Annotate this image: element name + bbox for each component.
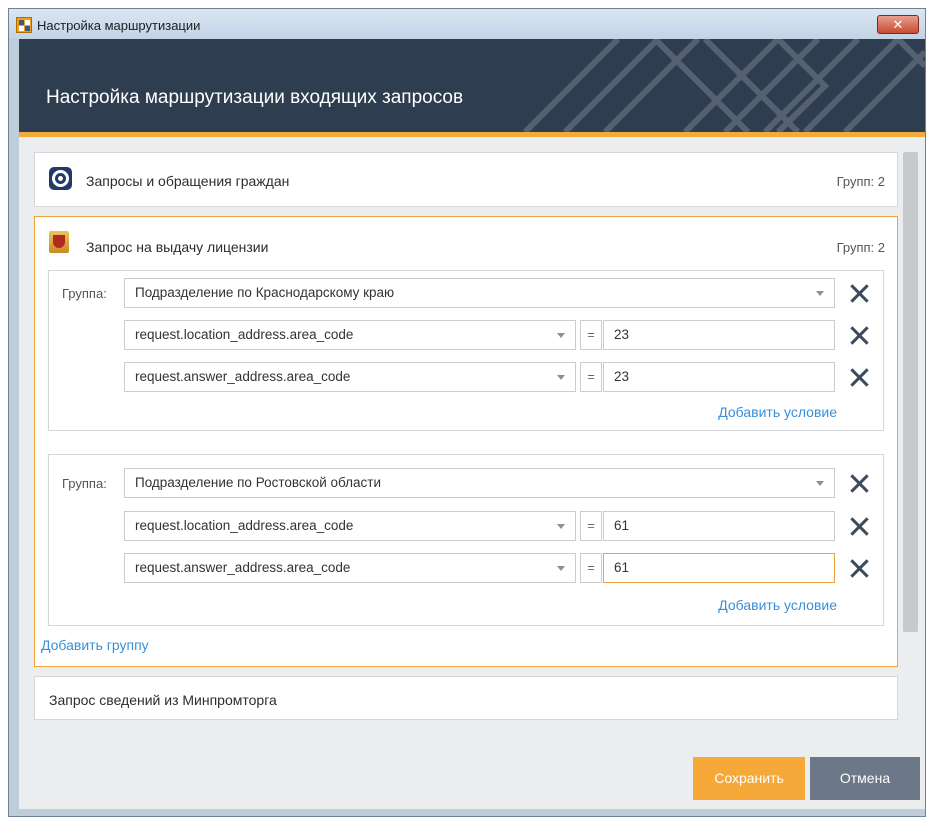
card-title: Запрос сведений из Минпромторга: [49, 692, 277, 708]
group-count: Групп: 2: [836, 240, 885, 255]
card-title: Запросы и обращения граждан: [86, 173, 290, 189]
condition-value-input[interactable]: 23: [603, 320, 835, 350]
coat-of-arms-icon: [49, 231, 69, 253]
group-select[interactable]: Подразделение по Краснодарскому краю: [124, 278, 835, 308]
remove-condition-button[interactable]: [848, 366, 870, 388]
window-title: Настройка маршрутизации: [37, 18, 201, 33]
condition-field-value: request.answer_address.area_code: [135, 369, 351, 384]
card-title: Запрос на выдачу лицензии: [86, 239, 269, 255]
condition-operator: =: [580, 362, 602, 392]
condition-field-select[interactable]: request.answer_address.area_code: [124, 362, 576, 392]
condition-field-select[interactable]: request.location_address.area_code: [124, 511, 576, 541]
dialog-window: Настройка маршрутизации ✕ Настройка марш…: [8, 8, 926, 817]
condition-field-value: request.location_address.area_code: [135, 518, 354, 533]
condition-operator: =: [580, 511, 602, 541]
condition-field-value: request.location_address.area_code: [135, 327, 354, 342]
chevron-down-icon: [557, 566, 565, 571]
condition-value-input[interactable]: 23: [603, 362, 835, 392]
routing-list: Запросы и обращения граждан Групп: 2 Зап…: [34, 152, 918, 732]
group-select[interactable]: Подразделение по Ростовской области: [124, 468, 835, 498]
group-select-value: Подразделение по Ростовской области: [135, 475, 382, 490]
chevron-down-icon: [557, 524, 565, 529]
remove-condition-button[interactable]: [848, 324, 870, 346]
chevron-down-icon: [557, 375, 565, 380]
dialog-header: Настройка маршрутизации входящих запросо…: [19, 39, 925, 137]
close-icon[interactable]: ✕: [877, 15, 919, 34]
dialog-heading: Настройка маршрутизации входящих запросо…: [46, 87, 464, 108]
group-count: Групп: 2: [836, 174, 885, 189]
routing-group: Группа: Подразделение по Краснодарскому …: [48, 270, 884, 431]
cancel-button[interactable]: Отмена: [810, 757, 920, 800]
save-button[interactable]: Сохранить: [693, 757, 805, 800]
header-pattern: [522, 39, 925, 132]
remove-condition-button[interactable]: [848, 557, 870, 579]
group-label: Группа:: [62, 286, 107, 301]
condition-value-input[interactable]: 61: [603, 553, 835, 583]
card-citizen-requests[interactable]: Запросы и обращения граждан Групп: 2: [34, 152, 898, 207]
app-icon: [16, 17, 32, 33]
condition-operator: =: [580, 320, 602, 350]
chevron-down-icon: [816, 481, 824, 486]
condition-field-select[interactable]: request.location_address.area_code: [124, 320, 576, 350]
remove-group-button[interactable]: [848, 282, 870, 304]
target-circle-icon: [49, 167, 72, 190]
condition-value-input[interactable]: 61: [603, 511, 835, 541]
add-group-link[interactable]: Добавить группу: [41, 637, 149, 653]
chevron-down-icon: [557, 333, 565, 338]
condition-field-select[interactable]: request.answer_address.area_code: [124, 553, 576, 583]
card-minpromtorg-request[interactable]: Запрос сведений из Минпромторга: [34, 676, 898, 720]
remove-group-button[interactable]: [848, 472, 870, 494]
group-label: Группа:: [62, 476, 107, 491]
chevron-down-icon: [816, 291, 824, 296]
condition-field-value: request.answer_address.area_code: [135, 560, 351, 575]
add-condition-link[interactable]: Добавить условие: [718, 404, 837, 420]
scrollbar[interactable]: [903, 152, 918, 632]
title-bar[interactable]: Настройка маршрутизации ✕: [9, 9, 925, 39]
remove-condition-button[interactable]: [848, 515, 870, 537]
routing-group: Группа: Подразделение по Ростовской обла…: [48, 454, 884, 626]
add-condition-link[interactable]: Добавить условие: [718, 597, 837, 613]
card-license-request[interactable]: Запрос на выдачу лицензии Групп: 2 Групп…: [34, 216, 898, 667]
condition-operator: =: [580, 553, 602, 583]
dialog-body: Настройка маршрутизации входящих запросо…: [19, 39, 925, 809]
group-select-value: Подразделение по Краснодарскому краю: [135, 285, 395, 300]
